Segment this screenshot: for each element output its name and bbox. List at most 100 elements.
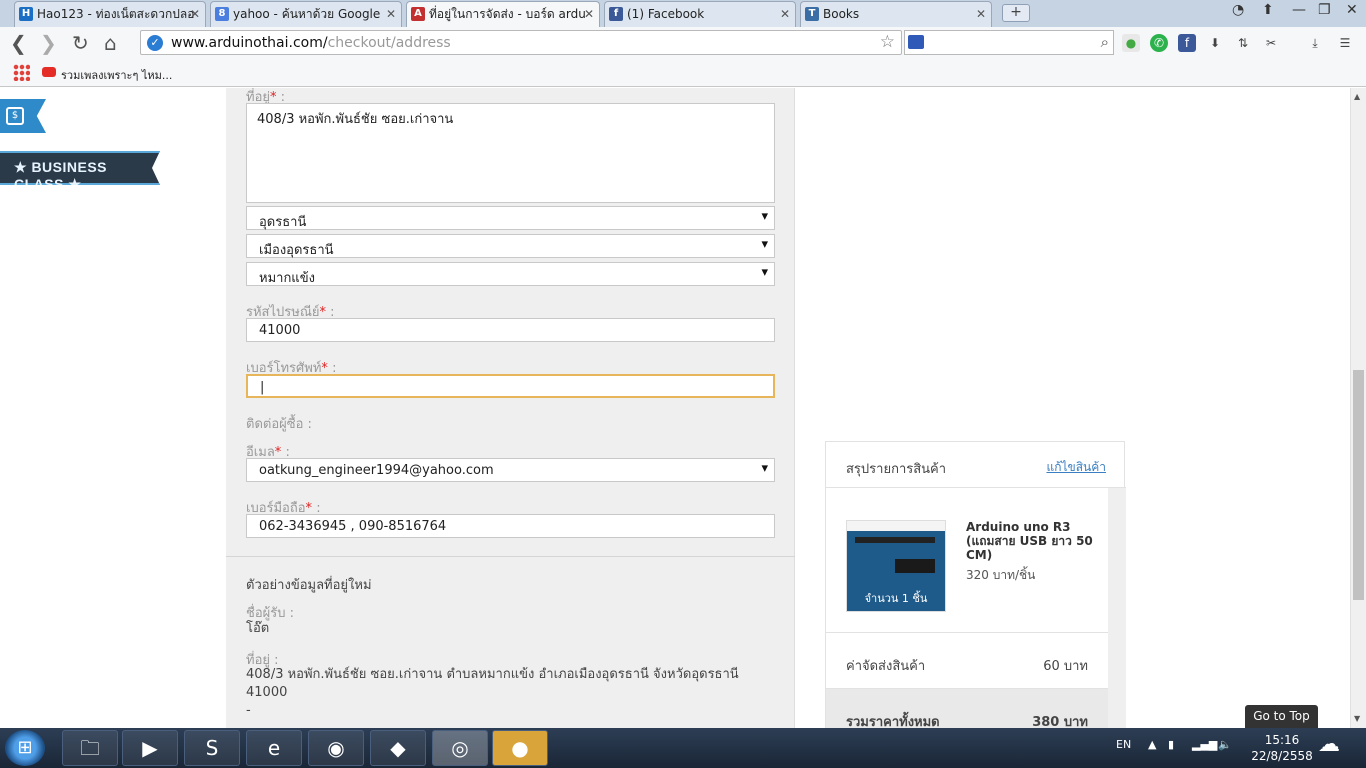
address-bar[interactable]: ✓ www.arduinothai.com/checkout/address ☆ (140, 30, 902, 55)
tab-title: (1) Facebook (627, 7, 705, 21)
close-icon[interactable]: ✕ (584, 2, 594, 26)
postcode-input[interactable]: 41000 (246, 318, 775, 342)
email-select[interactable]: oatkung_engineer1994@yahoo.com (246, 458, 775, 482)
preview-title: ตัวอย่างข้อมูลที่อยู่ใหม่ (246, 578, 372, 593)
business-class-badge[interactable]: ★ BUSINESS CLASS ★ (0, 151, 160, 185)
preview-dash: - (246, 703, 251, 718)
tab-arduinothai[interactable]: A ที่อยู่ในการจัดส่ง - บอร์ด ardu ✕ (406, 1, 600, 27)
network-icon[interactable]: ▂▄▆ (1192, 738, 1217, 751)
pin-icon[interactable]: ⬆ (1262, 2, 1274, 18)
start-button[interactable]: ⊞ (5, 730, 45, 766)
scroll-up-icon[interactable]: ▲ (1354, 92, 1360, 101)
page-content: $ ★ BUSINESS CLASS ★ ที่อยู่* : 408/3 หอ… (0, 88, 1350, 728)
tray-device-icon[interactable]: ▮ (1168, 738, 1174, 751)
search-engine-icon[interactable] (908, 35, 924, 49)
bookmark-star-icon[interactable]: ☆ (880, 32, 895, 52)
tab-books[interactable]: T Books ✕ (800, 1, 992, 27)
product-image[interactable]: จำนวน 1 ชิ้น (846, 520, 946, 612)
product-price: 320 บาท/ชิ้น (966, 568, 1036, 582)
close-icon[interactable]: ✕ (190, 2, 200, 26)
close-icon[interactable]: ✕ (780, 2, 790, 26)
close-icon[interactable]: ✕ (976, 2, 986, 26)
back-icon[interactable]: ❮ (10, 31, 27, 55)
books-icon: T (805, 7, 819, 21)
summary-scroll-area (1108, 488, 1126, 728)
recipient-value: โอ๊ต (246, 621, 270, 636)
board-chip (895, 559, 935, 573)
chat-icon[interactable]: ◔ (1232, 2, 1244, 18)
scissors-icon[interactable]: ✂ (1262, 34, 1280, 52)
browser-task-icon[interactable]: ◎ (432, 730, 488, 766)
taskbar: ⊞ 🗀 ▶ S e ◉ ◆ ◎ ● EN ▲ ▮ ▂▄▆ 🔈 15:16 22/… (0, 728, 1366, 768)
preview-address-line: 408/3 หอพัก.พันธ์ชัย ซอย.เก่าจาน ตำบลหมา… (246, 667, 739, 682)
forward-icon[interactable]: ❯ (40, 31, 57, 55)
clock[interactable]: 15:16 22/8/2558 (1244, 732, 1320, 764)
whatsapp-icon[interactable]: ✆ (1150, 34, 1168, 52)
explorer-icon[interactable]: 🗀 (62, 730, 118, 766)
total-label: รวมราคาทั้งหมด (846, 715, 940, 728)
minimize-icon[interactable]: — (1292, 2, 1306, 18)
close-window-icon[interactable]: ✕ (1346, 2, 1358, 18)
preview-postcode: 41000 (246, 685, 288, 700)
close-icon[interactable]: ✕ (386, 2, 396, 26)
new-tab-button[interactable]: + (1002, 4, 1030, 22)
shipping-value: 60 บาท (1043, 659, 1088, 674)
tab-google[interactable]: 8 yahoo - ค้นหาด้วย Google ✕ (210, 1, 402, 27)
clock-date: 22/8/2558 (1251, 749, 1313, 763)
tab-title: Books (823, 7, 860, 21)
scroll-down-icon[interactable]: ▼ (1354, 714, 1360, 723)
page-scrollbar[interactable]: ▲ ▼ (1350, 88, 1366, 728)
province-select[interactable]: อุดรธานี (246, 206, 775, 230)
restore-icon[interactable]: ❐ (1318, 2, 1331, 18)
contact-label: ติดต่อผู้ซื้อ : (246, 417, 312, 432)
tab-facebook[interactable]: f (1) Facebook ✕ (604, 1, 796, 27)
currency-badge[interactable]: $ (0, 99, 46, 133)
sync-icon[interactable]: ⇅ (1234, 34, 1252, 52)
search-icon[interactable]: ⌕ (1101, 33, 1109, 51)
tray-expand-icon[interactable]: ▲ (1148, 738, 1156, 751)
media-player-icon[interactable]: ▶ (122, 730, 178, 766)
menu-icon[interactable]: ☰ (1336, 34, 1354, 52)
district-select[interactable]: เมืองอุดรธานี (246, 234, 775, 258)
ie-icon[interactable]: e (246, 730, 302, 766)
go-to-top-button[interactable]: Go to Top (1245, 705, 1318, 728)
total-value: 380 บาท (1032, 715, 1088, 728)
edit-products-link[interactable]: แก้ไขสินค้า (1046, 458, 1106, 477)
hao123-icon: H (19, 7, 33, 21)
tab-title: Hao123 - ท่องเน็ตสะดวกปลอ (37, 7, 195, 21)
app-task-icon[interactable]: ● (492, 730, 548, 766)
weather-icon[interactable]: ☁ (1318, 732, 1340, 757)
browser-toolbar: ❮ ❯ ↻ ⌂ ✓ www.arduinothai.com/checkout/a… (0, 27, 1366, 59)
volume-icon[interactable]: 🔈 (1218, 738, 1232, 751)
address-textarea[interactable]: 408/3 หอพัก.พันธ์ชัย ซอย.เก่าจาน (246, 103, 775, 203)
clock-time: 15:16 (1264, 733, 1300, 747)
android-studio-icon[interactable]: ◆ (370, 730, 426, 766)
search-box[interactable]: ⌕ (904, 30, 1114, 55)
scrollbar-thumb[interactable] (1353, 370, 1364, 600)
bookmarks-bar: รวมเพลงเพราะๆ ไหม... (0, 59, 1366, 87)
mobile-input[interactable]: 062-3436945 , 090-8516764 (246, 514, 775, 538)
product-name[interactable]: Arduino uno R3 (แถมสาย USB ยาว 50 CM) (966, 520, 1096, 562)
apps-icon[interactable] (13, 64, 30, 81)
summary-title: สรุปรายการสินค้า (846, 462, 947, 477)
order-summary: สรุปรายการสินค้า แก้ไขสินค้า จำนวน 1 ชิ้… (825, 441, 1126, 728)
address-form: ที่อยู่* : 408/3 หอพัก.พันธ์ชัย ซอย.เก่า… (226, 88, 795, 728)
skype-icon[interactable]: S (184, 730, 240, 766)
facebook-icon: f (609, 7, 623, 21)
language-indicator[interactable]: EN (1116, 738, 1131, 751)
facebook-ext-icon[interactable]: f (1178, 34, 1196, 52)
divider (226, 556, 795, 557)
phone-input[interactable]: | (246, 374, 775, 398)
subdistrict-select[interactable]: หมากแข้ง (246, 262, 775, 286)
product-qty: จำนวน 1 ชิ้น (864, 592, 928, 605)
total-row: รวมราคาทั้งหมด 380 บาท (826, 688, 1108, 728)
download-box-icon[interactable]: ⬇ (1206, 34, 1224, 52)
bookmark-item[interactable]: รวมเพลงเพราะๆ ไหม... (61, 66, 172, 84)
chrome-icon[interactable]: ◉ (308, 730, 364, 766)
reload-icon[interactable]: ↻ (72, 31, 89, 55)
home-icon[interactable]: ⌂ (104, 31, 117, 55)
youtube-icon (42, 67, 56, 77)
downloads-icon[interactable]: ⤓ (1306, 34, 1324, 52)
tab-hao123[interactable]: H Hao123 - ท่องเน็ตสะดวกปลอ ✕ (14, 1, 206, 27)
extension-icon[interactable]: ● (1122, 34, 1140, 52)
